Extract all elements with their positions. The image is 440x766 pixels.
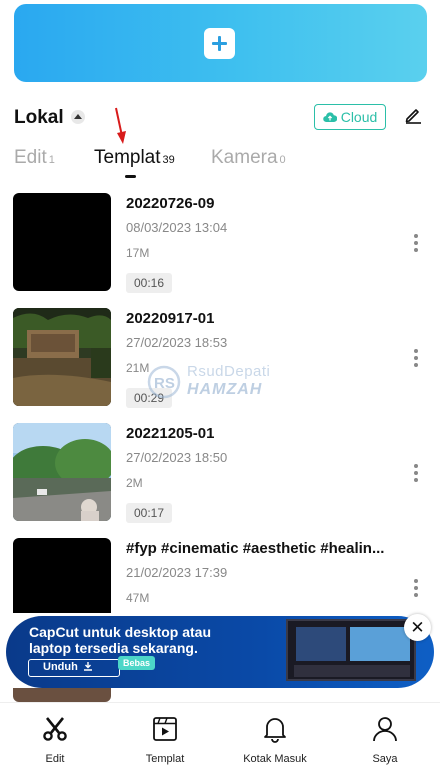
watermark-top-text: RsudDepati bbox=[187, 363, 271, 380]
tab-edit[interactable]: Edit 1 bbox=[14, 147, 55, 169]
more-vertical-icon[interactable] bbox=[413, 234, 419, 254]
caret-up-icon[interactable] bbox=[71, 110, 85, 124]
item-size: 2M bbox=[126, 476, 143, 490]
thumbnail[interactable] bbox=[13, 688, 111, 702]
ad-download-button[interactable]: Unduh bbox=[28, 659, 120, 677]
item-date: 08/03/2023 13:04 bbox=[126, 220, 228, 235]
item-size: 17M bbox=[126, 246, 150, 260]
plus-icon bbox=[204, 28, 235, 59]
ad-product-screenshot bbox=[286, 619, 416, 681]
tab-count: 39 bbox=[162, 154, 175, 166]
cloud-button[interactable]: Cloud bbox=[314, 104, 386, 130]
download-icon bbox=[83, 662, 92, 671]
list-item[interactable]: 20220726-09 08/03/2023 13:04 17M 00:16 bbox=[0, 190, 440, 294]
tab-label: Kamera bbox=[211, 147, 278, 168]
item-date: 27/02/2023 18:53 bbox=[126, 335, 228, 350]
item-title: 20220726-09 bbox=[126, 195, 215, 212]
pencil-icon[interactable] bbox=[404, 106, 422, 124]
more-vertical-icon[interactable] bbox=[413, 579, 419, 599]
ad-text-line1: CapCut untuk desktop atau bbox=[29, 624, 212, 640]
item-date: 21/02/2023 17:39 bbox=[126, 565, 228, 580]
item-title: #fyp #cinematic #aesthetic #healin... bbox=[126, 540, 385, 557]
thumbnail-image bbox=[13, 308, 111, 406]
tab-label: Kotak Masuk bbox=[243, 753, 307, 765]
tab-edit-bottom[interactable]: Edit bbox=[0, 703, 110, 766]
ad-banner[interactable]: CapCut untuk desktop atau laptop tersedi… bbox=[6, 616, 434, 688]
active-tab-indicator bbox=[125, 175, 136, 178]
thumbnail-image bbox=[13, 423, 111, 521]
tab-count: 0 bbox=[279, 154, 286, 166]
tab-label: Edit bbox=[45, 753, 65, 765]
item-size: 21M bbox=[126, 361, 150, 375]
close-icon[interactable]: ✕ bbox=[404, 614, 431, 641]
duration-badge: 00:16 bbox=[126, 273, 173, 293]
more-vertical-icon[interactable] bbox=[413, 349, 419, 369]
item-size: 47M bbox=[126, 591, 150, 605]
thumbnail[interactable] bbox=[13, 538, 111, 613]
svg-text:RS: RS bbox=[154, 375, 175, 392]
template-icon bbox=[153, 717, 177, 741]
annotation-arrow-icon bbox=[115, 107, 126, 144]
tab-label: Templat bbox=[94, 147, 161, 168]
tab-count: 1 bbox=[48, 154, 55, 166]
new-project-button[interactable] bbox=[14, 4, 427, 82]
tab-label: Edit bbox=[14, 147, 47, 168]
ad-text-line2: laptop tersedia sekarang. bbox=[29, 640, 198, 656]
ad-free-badge: Bebas bbox=[118, 656, 156, 670]
item-title: 20221205-01 bbox=[126, 425, 215, 442]
bottom-tab-bar: Edit Templat Kotak Masuk Saya bbox=[0, 702, 440, 766]
cloud-label: Cloud bbox=[340, 109, 378, 125]
bell-icon bbox=[264, 718, 286, 743]
tab-templat[interactable]: Templat 39 bbox=[94, 147, 175, 169]
watermark-bottom-text: HAMZAH bbox=[187, 381, 263, 398]
duration-badge: 00:17 bbox=[126, 503, 173, 523]
list-item[interactable]: 20221205-01 27/02/2023 18:50 2M 00:17 bbox=[0, 420, 440, 524]
scissors-icon bbox=[43, 717, 67, 741]
thumbnail[interactable] bbox=[13, 423, 111, 521]
watermark-logo: RS bbox=[147, 365, 181, 399]
ad-download-label: Unduh bbox=[43, 661, 78, 673]
tab-bar-top: Edit 1 Templat 39 Kamera 0 bbox=[0, 147, 440, 178]
tab-templat-bottom[interactable]: Templat bbox=[110, 703, 220, 766]
tab-label: Templat bbox=[145, 753, 185, 765]
person-icon bbox=[373, 717, 397, 742]
thumbnail[interactable] bbox=[13, 308, 111, 406]
thumbnail[interactable] bbox=[13, 193, 111, 291]
tab-inbox-bottom[interactable]: Kotak Masuk bbox=[220, 703, 330, 766]
watermark: RS RsudDepati HAMZAH bbox=[147, 363, 307, 403]
item-date: 27/02/2023 18:50 bbox=[126, 450, 228, 465]
section-title[interactable]: Lokal bbox=[14, 107, 64, 129]
tab-label: Saya bbox=[372, 753, 398, 765]
cloud-upload-icon bbox=[322, 112, 337, 123]
item-title: 20220917-01 bbox=[126, 310, 215, 327]
tab-kamera[interactable]: Kamera 0 bbox=[211, 147, 286, 169]
tab-profile-bottom[interactable]: Saya bbox=[330, 703, 440, 766]
more-vertical-icon[interactable] bbox=[413, 464, 419, 484]
